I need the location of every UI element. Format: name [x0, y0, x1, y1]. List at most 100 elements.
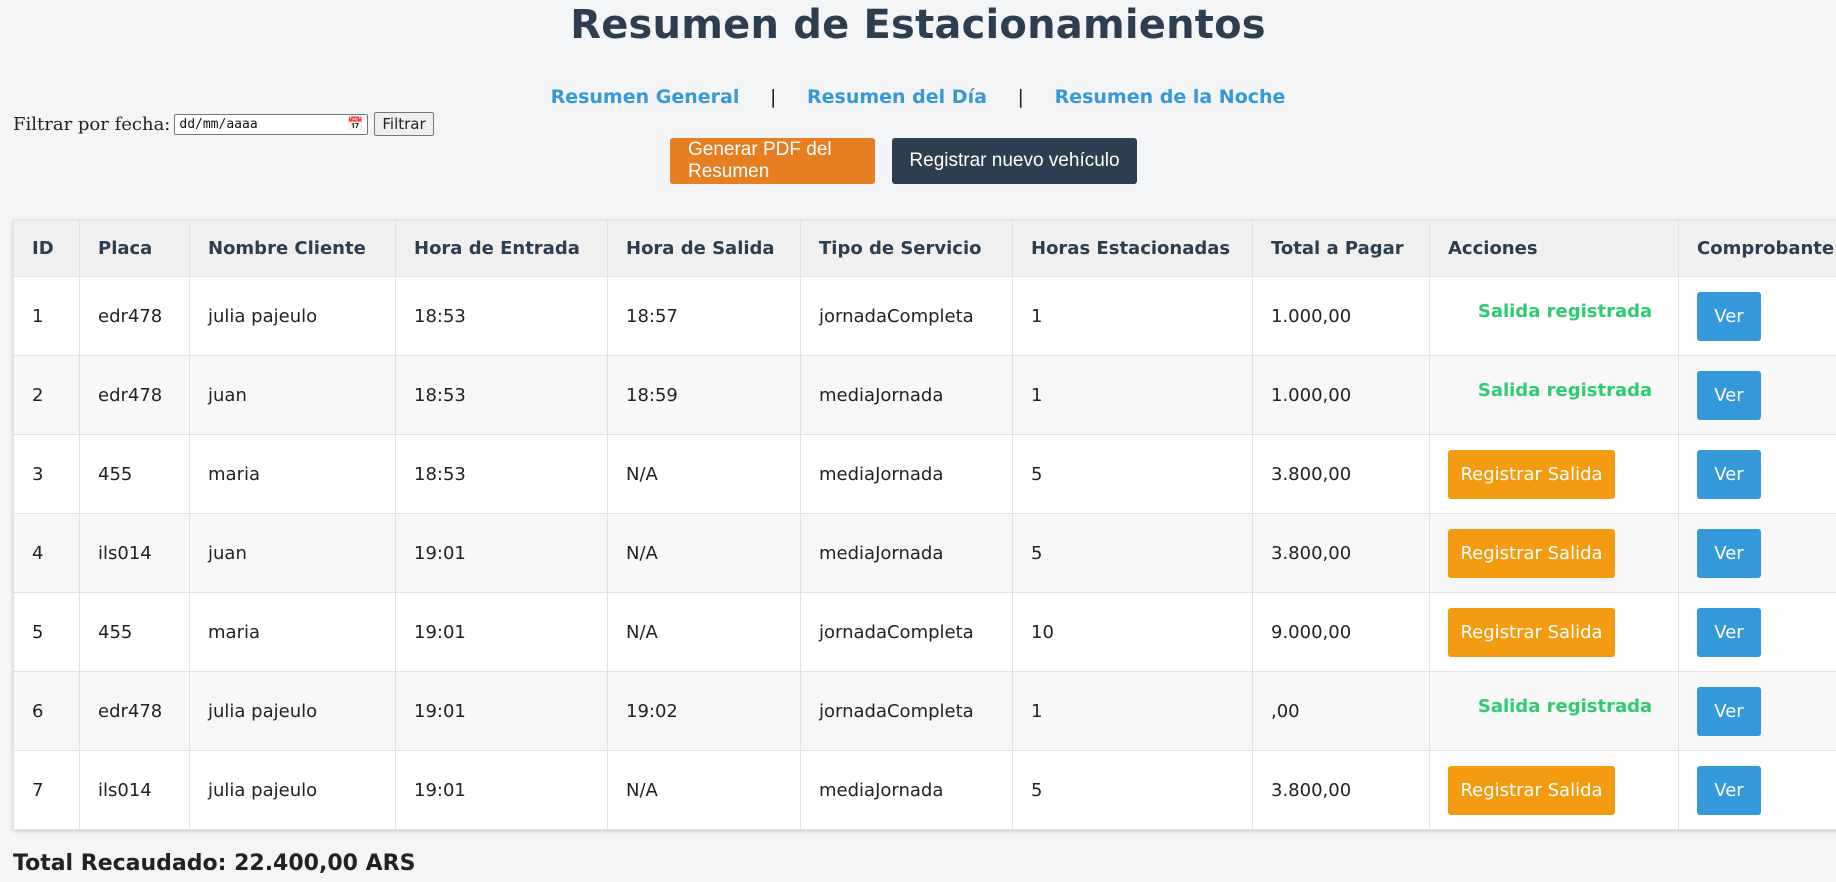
page-title: Resumen de Estacionamientos: [570, 2, 1266, 48]
view-receipt-button[interactable]: Ver: [1697, 370, 1761, 420]
cell-total: 3.800,00: [1252, 750, 1430, 830]
cell-entrada: 19:01: [395, 671, 608, 751]
calendar-icon[interactable]: 📅: [347, 117, 363, 132]
cell-salida: 19:02: [607, 671, 801, 751]
table-row: 1 edr478 julia pajeulo 18:53 18:57 jorna…: [13, 276, 1836, 356]
register-exit-button[interactable]: Registrar Salida: [1448, 765, 1615, 815]
cell-entrada: 19:01: [395, 513, 608, 593]
cell-horas: 5: [1012, 750, 1253, 830]
table-row: 7 ils014 julia pajeulo 19:01 N/A mediaJo…: [13, 750, 1836, 830]
header-salida: Hora de Salida: [607, 220, 801, 277]
cell-servicio: mediaJornada: [800, 513, 1013, 593]
table-row: 4 ils014 juan 19:01 N/A mediaJornada 5 3…: [13, 513, 1836, 593]
cell-salida: 18:59: [607, 355, 801, 435]
exit-registered-label: Salida registrada: [1477, 300, 1653, 322]
filter-button[interactable]: Filtrar: [374, 112, 434, 136]
cell-comprobante: Ver: [1678, 434, 1836, 514]
nav-separator: |: [769, 86, 777, 108]
generate-pdf-button[interactable]: Generar PDF del Resumen: [670, 138, 875, 184]
cell-placa: 455: [79, 434, 190, 514]
header-servicio: Tipo de Servicio: [800, 220, 1013, 277]
register-vehicle-button[interactable]: Registrar nuevo vehículo: [892, 138, 1137, 184]
nav-link-day[interactable]: Resumen del Día: [807, 86, 987, 108]
cell-servicio: mediaJornada: [800, 355, 1013, 435]
parking-table: ID Placa Nombre Cliente Hora de Entrada …: [13, 220, 1836, 830]
view-receipt-button[interactable]: Ver: [1697, 765, 1761, 815]
cell-cliente: maria: [189, 592, 396, 672]
exit-registered-label: Salida registrada: [1477, 379, 1653, 401]
cell-comprobante: Ver: [1678, 276, 1836, 356]
cell-acciones: Salida registrada: [1429, 355, 1679, 435]
cell-acciones: Registrar Salida: [1429, 750, 1679, 830]
cell-placa: ils014: [79, 750, 190, 830]
cell-salida: 18:57: [607, 276, 801, 356]
header-horas: Horas Estacionadas: [1012, 220, 1253, 277]
cell-servicio: jornadaCompleta: [800, 592, 1013, 672]
cell-salida: N/A: [607, 592, 801, 672]
cell-servicio: mediaJornada: [800, 750, 1013, 830]
summary-nav: Resumen General | Resumen del Día | Resu…: [0, 86, 1836, 108]
cell-placa: ils014: [79, 513, 190, 593]
cell-horas: 5: [1012, 434, 1253, 514]
cell-cliente: julia pajeulo: [189, 750, 396, 830]
cell-horas: 1: [1012, 671, 1253, 751]
cell-comprobante: Ver: [1678, 592, 1836, 672]
table-row: 2 edr478 juan 18:53 18:59 mediaJornada 1…: [13, 355, 1836, 435]
date-filter: Filtrar por fecha: dd/mm/aaaa 📅 Filtrar: [13, 112, 434, 136]
cell-total: 1.000,00: [1252, 355, 1430, 435]
table-row: 6 edr478 julia pajeulo 19:01 19:02 jorna…: [13, 671, 1836, 751]
cell-id: 2: [13, 355, 80, 435]
total-collected: Total Recaudado: 22.400,00 ARS: [13, 851, 416, 876]
header-cliente: Nombre Cliente: [189, 220, 396, 277]
cell-servicio: jornadaCompleta: [800, 276, 1013, 356]
cell-placa: edr478: [79, 276, 190, 356]
register-exit-button[interactable]: Registrar Salida: [1448, 449, 1615, 499]
header-comprobante: Comprobante: [1678, 220, 1836, 277]
nav-link-night[interactable]: Resumen de la Noche: [1055, 86, 1286, 108]
cell-horas: 5: [1012, 513, 1253, 593]
cell-id: 5: [13, 592, 80, 672]
cell-placa: edr478: [79, 671, 190, 751]
cell-horas: 1: [1012, 276, 1253, 356]
register-exit-button[interactable]: Registrar Salida: [1448, 528, 1615, 578]
nav-link-general[interactable]: Resumen General: [551, 86, 740, 108]
cell-id: 4: [13, 513, 80, 593]
register-exit-button[interactable]: Registrar Salida: [1448, 607, 1615, 657]
cell-salida: N/A: [607, 434, 801, 514]
cell-acciones: Registrar Salida: [1429, 434, 1679, 514]
cell-id: 7: [13, 750, 80, 830]
cell-total: 3.800,00: [1252, 434, 1430, 514]
cell-entrada: 19:01: [395, 592, 608, 672]
cell-cliente: juan: [189, 355, 396, 435]
cell-placa: 455: [79, 592, 190, 672]
cell-cliente: maria: [189, 434, 396, 514]
cell-comprobante: Ver: [1678, 671, 1836, 751]
view-receipt-button[interactable]: Ver: [1697, 607, 1761, 657]
cell-entrada: 18:53: [395, 355, 608, 435]
cell-id: 6: [13, 671, 80, 751]
header-total: Total a Pagar: [1252, 220, 1430, 277]
cell-id: 3: [13, 434, 80, 514]
cell-entrada: 18:53: [395, 276, 608, 356]
cell-acciones: Salida registrada: [1429, 276, 1679, 356]
date-placeholder: dd/mm/aaaa: [179, 116, 258, 132]
cell-cliente: juan: [189, 513, 396, 593]
cell-cliente: julia pajeulo: [189, 671, 396, 751]
filter-label: Filtrar por fecha:: [13, 113, 171, 135]
cell-horas: 10: [1012, 592, 1253, 672]
view-receipt-button[interactable]: Ver: [1697, 528, 1761, 578]
cell-acciones: Registrar Salida: [1429, 592, 1679, 672]
header-placa: Placa: [79, 220, 190, 277]
cell-horas: 1: [1012, 355, 1253, 435]
view-receipt-button[interactable]: Ver: [1697, 686, 1761, 736]
date-input[interactable]: dd/mm/aaaa 📅: [174, 113, 369, 135]
nav-separator: |: [1017, 86, 1024, 108]
table-row: 3 455 maria 18:53 N/A mediaJornada 5 3.8…: [13, 434, 1836, 514]
view-receipt-button[interactable]: Ver: [1697, 449, 1761, 499]
exit-registered-label: Salida registrada: [1477, 695, 1653, 717]
cell-acciones: Registrar Salida: [1429, 513, 1679, 593]
view-receipt-button[interactable]: Ver: [1697, 291, 1761, 341]
cell-comprobante: Ver: [1678, 513, 1836, 593]
cell-comprobante: Ver: [1678, 355, 1836, 435]
header-id: ID: [13, 220, 80, 277]
